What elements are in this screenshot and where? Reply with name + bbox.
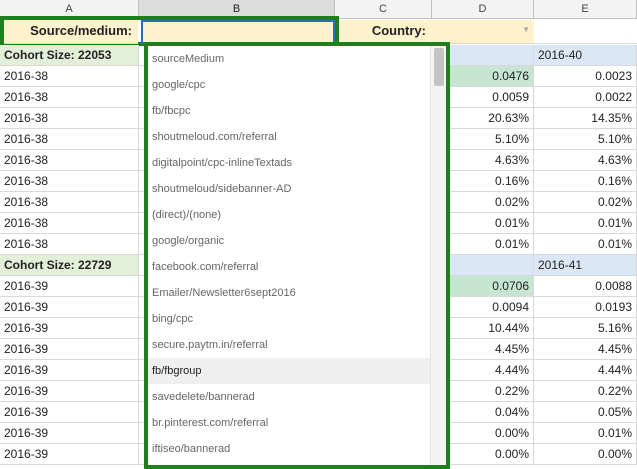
table-row-value-e[interactable]: 0.02% (534, 192, 637, 213)
table-row-value-e[interactable]: 4.44% (534, 360, 637, 381)
table-row-week-cell[interactable]: 2016-39 (0, 339, 139, 360)
column-header-c[interactable]: C (335, 0, 432, 19)
table-row-value-e[interactable]: 4.63% (534, 150, 637, 171)
source-medium-dropdown[interactable]: sourceMedium google/cpc fb/fbcpc shoutmelou… (144, 42, 450, 469)
dropdown-scrollbar[interactable] (430, 46, 446, 465)
table-row-value-e[interactable]: 0.22% (534, 381, 637, 402)
dropdown-scrollbar-thumb[interactable] (434, 48, 444, 86)
column-header-e[interactable]: E (534, 0, 637, 19)
dropdown-option[interactable]: google/cpc (148, 72, 434, 98)
dropdown-option[interactable]: digitalpoint/cpc-inlineTextads (148, 150, 434, 176)
table-row-week-cell[interactable]: 2016-38 (0, 171, 139, 192)
dropdown-option[interactable]: br.pinterest.com/referral (148, 410, 434, 436)
table-row-week-cell[interactable]: 2016-39 (0, 318, 139, 339)
table-row-week-cell[interactable]: 2016-39 (0, 381, 139, 402)
table-row-week-cell[interactable]: 2016-38 (0, 66, 139, 87)
dropdown-option[interactable]: facebook.com/referral (148, 254, 434, 280)
table-row-value-e[interactable]: 5.16% (534, 318, 637, 339)
country-label: Country: (339, 20, 432, 44)
dropdown-option[interactable]: bing/cpc (148, 306, 434, 332)
table-row-value-e[interactable]: 14.35% (534, 108, 637, 129)
table-row-value-e[interactable]: 0.16% (534, 171, 637, 192)
dropdown-option[interactable]: sourceMedium (148, 46, 434, 72)
table-row-week-cell[interactable]: 2016-39 (0, 444, 139, 465)
cohort-title[interactable]: Cohort Size: 22053 (0, 45, 139, 66)
cohort-title[interactable]: Cohort Size: 22729 (0, 255, 139, 276)
table-row-value-e[interactable]: 0.01% (534, 234, 637, 255)
source-medium-input[interactable] (141, 20, 335, 44)
table-row-week-cell[interactable]: 2016-39 (0, 297, 139, 318)
dropdown-option[interactable]: fb/fbcpc (148, 98, 434, 124)
chevron-down-icon[interactable]: ▼ (522, 25, 530, 34)
dropdown-option[interactable]: Emailer/Newsletter6sept2016 (148, 280, 434, 306)
table-row-week-cell[interactable]: 2016-38 (0, 192, 139, 213)
source-medium-label: Source/medium: (4, 20, 138, 44)
table-row-value-e[interactable]: 0.05% (534, 402, 637, 423)
table-row-value-e[interactable]: 0.0088 (534, 276, 637, 297)
table-row-value-e[interactable]: 4.45% (534, 339, 637, 360)
table-row-week-cell[interactable]: 2016-38 (0, 150, 139, 171)
table-row-week-cell[interactable]: 2016-38 (0, 213, 139, 234)
filter-cell-e (534, 20, 637, 44)
dropdown-option[interactable]: google/organic (148, 228, 434, 254)
table-row-value-e[interactable]: 0.0022 (534, 87, 637, 108)
dropdown-option[interactable]: savedelete/bannerad (148, 384, 434, 410)
country-input[interactable]: ▼ (432, 20, 534, 44)
table-row-week-cell[interactable]: 2016-38 (0, 234, 139, 255)
dropdown-option[interactable]: shoutmeloud.com/referral (148, 124, 434, 150)
table-row-value-e[interactable]: 5.10% (534, 129, 637, 150)
table-row-value-e[interactable]: 0.01% (534, 213, 637, 234)
dropdown-option[interactable]: fb/fbgroup (148, 358, 434, 384)
dropdown-option[interactable]: secure.paytm.in/referral (148, 332, 434, 358)
table-row-week-cell[interactable]: 2016-38 (0, 108, 139, 129)
dropdown-option[interactable]: shoutmeloud/sidebanner-AD (148, 176, 434, 202)
table-row-value-e[interactable]: 0.0193 (534, 297, 637, 318)
dropdown-option[interactable]: (direct)/(none) (148, 202, 434, 228)
cohort-week-header-e[interactable]: 2016-41 (534, 255, 637, 276)
table-row-week-cell[interactable]: 2016-39 (0, 423, 139, 444)
table-row-week-cell[interactable]: 2016-38 (0, 129, 139, 150)
column-header-d[interactable]: D (432, 0, 534, 19)
table-row-value-e[interactable]: 0.01% (534, 423, 637, 444)
table-row-value-e[interactable]: 0.0023 (534, 66, 637, 87)
table-row-week-cell[interactable]: 2016-39 (0, 360, 139, 381)
table-row-value-e[interactable]: 0.00% (534, 444, 637, 465)
cohort-week-header-e[interactable]: 2016-40 (534, 45, 637, 66)
table-row-week-cell[interactable]: 2016-39 (0, 402, 139, 423)
table-row-week-cell[interactable]: 2016-39 (0, 276, 139, 297)
dropdown-option[interactable]: iftiseo/bannerad (148, 436, 434, 462)
table-row-week-cell[interactable]: 2016-38 (0, 87, 139, 108)
